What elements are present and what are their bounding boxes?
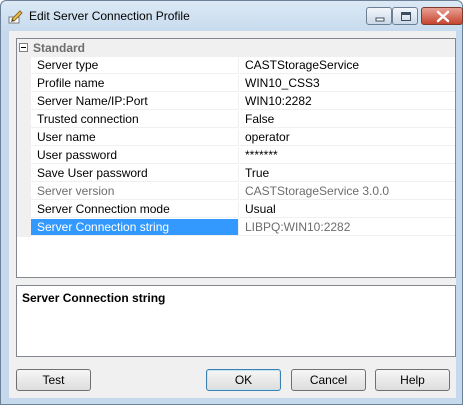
property-row-user-password[interactable]: User password ******* — [17, 147, 455, 165]
property-row-server-type[interactable]: Server type CASTStorageService — [17, 57, 455, 75]
title-bar[interactable]: Edit Server Connection Profile — [1, 1, 463, 31]
property-row-save-user-password[interactable]: Save User password True — [17, 165, 455, 183]
maximize-icon — [401, 12, 411, 21]
help-button[interactable]: Help — [375, 369, 450, 391]
property-name: Server type — [31, 57, 239, 74]
property-value[interactable]: WIN10:2282 — [240, 93, 455, 110]
property-name: Server Connection mode — [31, 201, 239, 218]
property-name: Profile name — [31, 75, 239, 92]
maximize-button[interactable] — [392, 7, 418, 25]
property-name: Server Connection string — [31, 219, 239, 236]
property-name: Server Name/IP:Port — [31, 93, 239, 110]
cancel-button[interactable]: Cancel — [291, 369, 366, 391]
test-button[interactable]: Test — [16, 369, 91, 391]
property-value[interactable]: CASTStorageService — [240, 57, 455, 74]
pencil-icon — [8, 8, 24, 24]
category-label: Standard — [33, 41, 86, 55]
property-name: User name — [31, 129, 239, 146]
property-row-connection-string[interactable]: Server Connection string LIBPQ:WIN10:228… — [17, 219, 455, 237]
description-panel: Server Connection string — [16, 285, 456, 357]
property-value: LIBPQ:WIN10:2282 — [240, 219, 455, 236]
property-grid: Standard Server type CASTStorageService … — [16, 38, 456, 278]
dialog-window: Edit Server Connection Profile Standard — [0, 0, 463, 405]
close-icon — [436, 10, 450, 23]
property-name: Save User password — [31, 165, 239, 182]
property-value: CASTStorageService 3.0.0 — [240, 183, 455, 200]
property-name: Trusted connection — [31, 111, 239, 128]
category-row-standard[interactable]: Standard — [17, 39, 455, 57]
property-name: Server version — [31, 183, 239, 200]
property-value[interactable]: operator — [240, 129, 455, 146]
property-row-server-version[interactable]: Server version CASTStorageService 3.0.0 — [17, 183, 455, 201]
close-button[interactable] — [421, 7, 463, 25]
property-row-user-name[interactable]: User name operator — [17, 129, 455, 147]
property-value[interactable]: Usual — [240, 201, 455, 218]
property-row-connection-mode[interactable]: Server Connection mode Usual — [17, 201, 455, 219]
property-value[interactable]: False — [240, 111, 455, 128]
minimize-icon — [375, 17, 385, 22]
property-value[interactable]: True — [240, 165, 455, 182]
property-row-trusted-connection[interactable]: Trusted connection False — [17, 111, 455, 129]
minimize-button[interactable] — [366, 7, 392, 25]
dialog-client: Standard Server type CASTStorageService … — [9, 31, 456, 398]
property-name: User password — [31, 147, 239, 164]
window-title: Edit Server Connection Profile — [29, 9, 190, 23]
ok-button[interactable]: OK — [206, 369, 281, 391]
description-title: Server Connection string — [22, 291, 166, 305]
property-row-profile-name[interactable]: Profile name WIN10_CSS3 — [17, 75, 455, 93]
property-value[interactable]: ******* — [240, 147, 455, 164]
property-value[interactable]: WIN10_CSS3 — [240, 75, 455, 92]
property-row-server-name[interactable]: Server Name/IP:Port WIN10:2282 — [17, 93, 455, 111]
collapse-icon[interactable] — [19, 43, 28, 52]
